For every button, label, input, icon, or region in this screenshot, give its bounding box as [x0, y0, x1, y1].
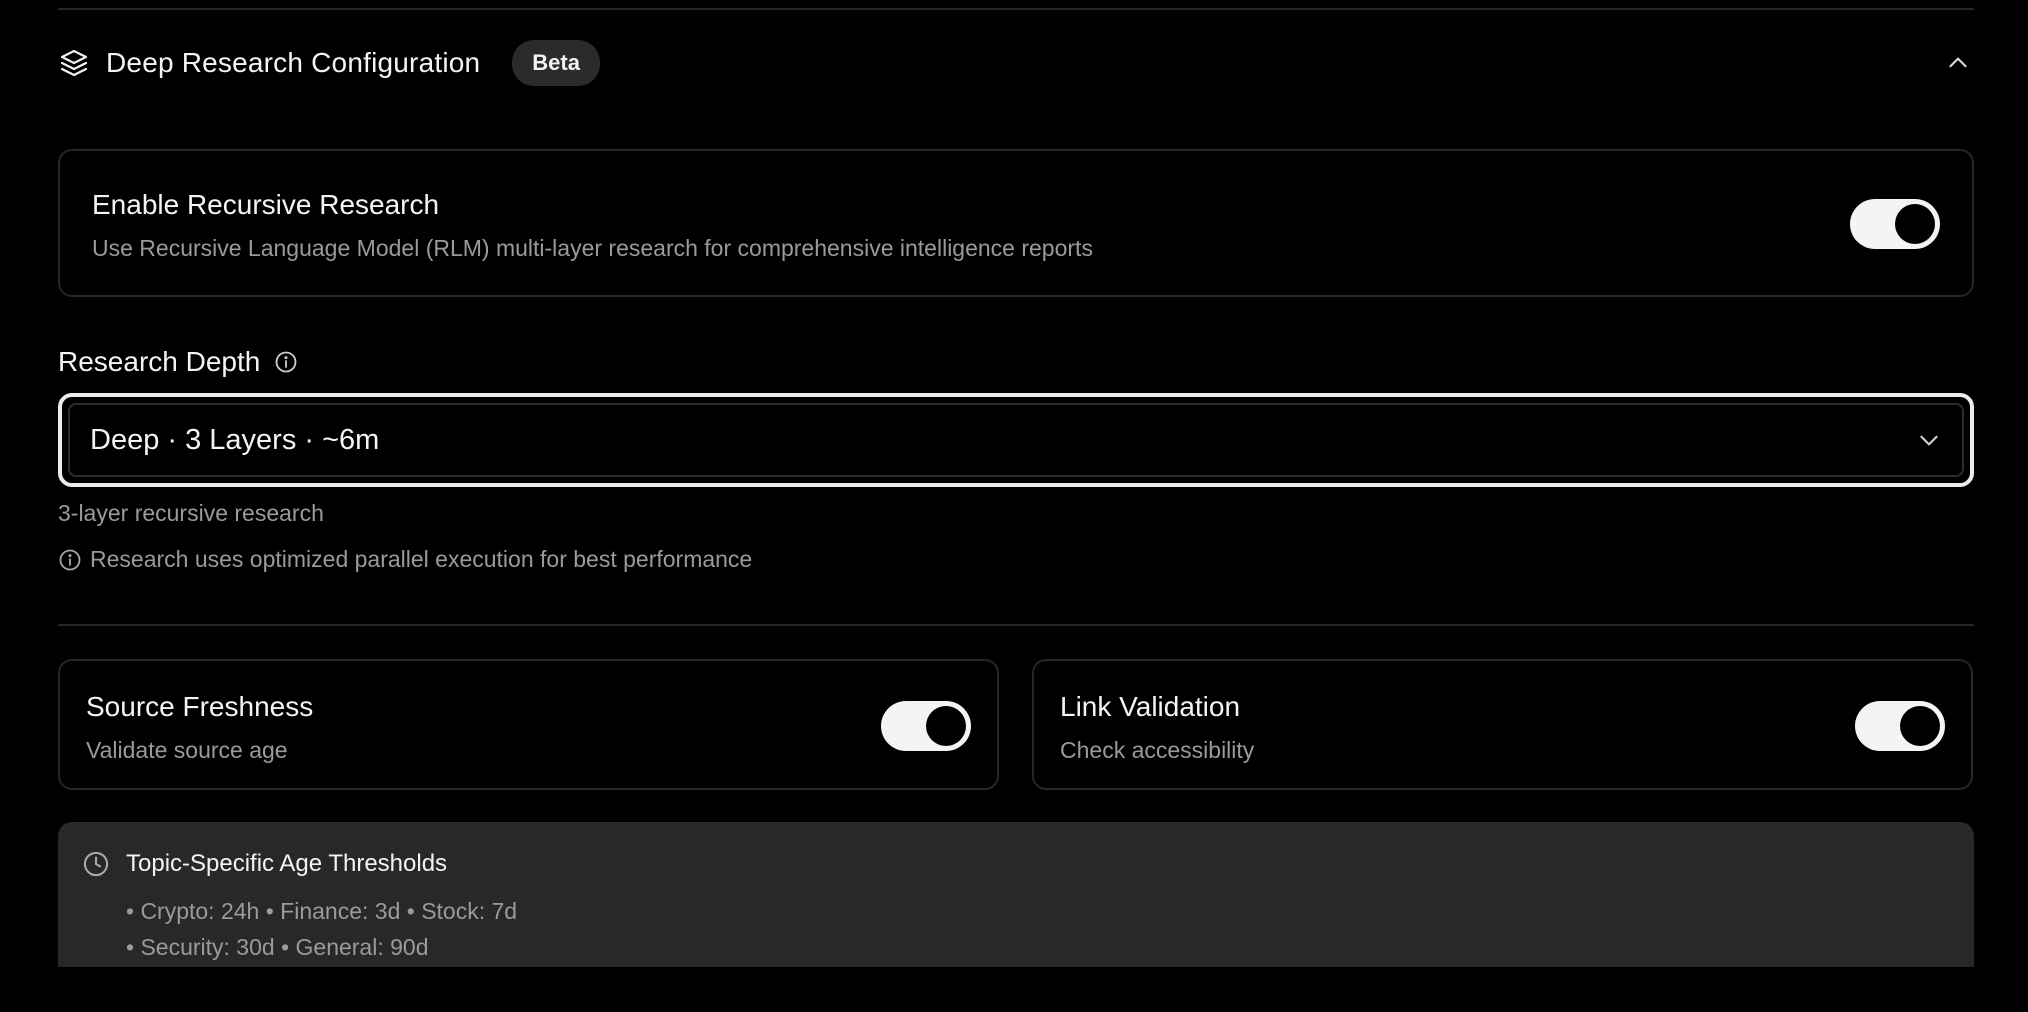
info-icon — [58, 548, 82, 572]
source-freshness-card: Source Freshness Validate source age — [58, 659, 999, 790]
threshold-line: • Security: 30d • General: 90d — [126, 934, 429, 960]
toggle-knob — [1900, 706, 1940, 746]
recursive-research-description: Use Recursive Language Model (RLM) multi… — [92, 235, 1093, 261]
top-divider — [58, 8, 1974, 10]
research-depth-label: Research Depth — [58, 346, 261, 377]
source-freshness-toggle[interactable] — [881, 701, 971, 751]
research-depth-hint: 3-layer recursive research — [58, 500, 324, 526]
link-validation-toggle[interactable] — [1855, 701, 1945, 751]
section-header: Deep Research Configuration Beta — [58, 40, 1974, 86]
source-freshness-description: Validate source age — [86, 737, 288, 763]
research-depth-label-row: Research Depth — [58, 346, 298, 378]
chevron-up-icon[interactable] — [1942, 47, 1974, 79]
recursive-research-title: Enable Recursive Research — [92, 189, 440, 220]
deep-research-settings: Deep Research Configuration Beta Enable … — [0, 0, 2028, 1012]
recursive-research-card: Enable Recursive Research Use Recursive … — [58, 149, 1974, 297]
section-divider — [58, 624, 1974, 626]
toggle-knob — [1895, 204, 1935, 244]
threshold-line: • Crypto: 24h • Finance: 3d • Stock: 7d — [126, 898, 518, 924]
age-thresholds-title: Topic-Specific Age Thresholds — [126, 850, 448, 877]
clock-icon — [82, 850, 110, 878]
research-depth-select[interactable]: Deep · 3 Layers · ~6m — [58, 393, 1974, 487]
beta-badge: Beta — [512, 40, 600, 86]
source-freshness-title: Source Freshness — [86, 691, 314, 722]
chevron-down-icon — [1916, 427, 1942, 453]
section-title: Deep Research Configuration — [106, 47, 481, 78]
toggle-knob — [926, 706, 966, 746]
link-validation-description: Check accessibility — [1060, 737, 1255, 763]
performance-note: Research uses optimized parallel executi… — [58, 546, 752, 573]
recursive-research-toggle[interactable] — [1850, 199, 1940, 249]
performance-note-text: Research uses optimized parallel executi… — [90, 546, 753, 572]
age-thresholds-panel: Topic-Specific Age Thresholds • Crypto: … — [58, 822, 1974, 967]
research-depth-value: Deep · 3 Layers · ~6m — [90, 423, 380, 456]
link-validation-title: Link Validation — [1060, 691, 1241, 722]
layers-icon — [58, 47, 90, 79]
link-validation-card: Link Validation Check accessibility — [1032, 659, 1973, 790]
info-icon[interactable] — [274, 350, 298, 374]
